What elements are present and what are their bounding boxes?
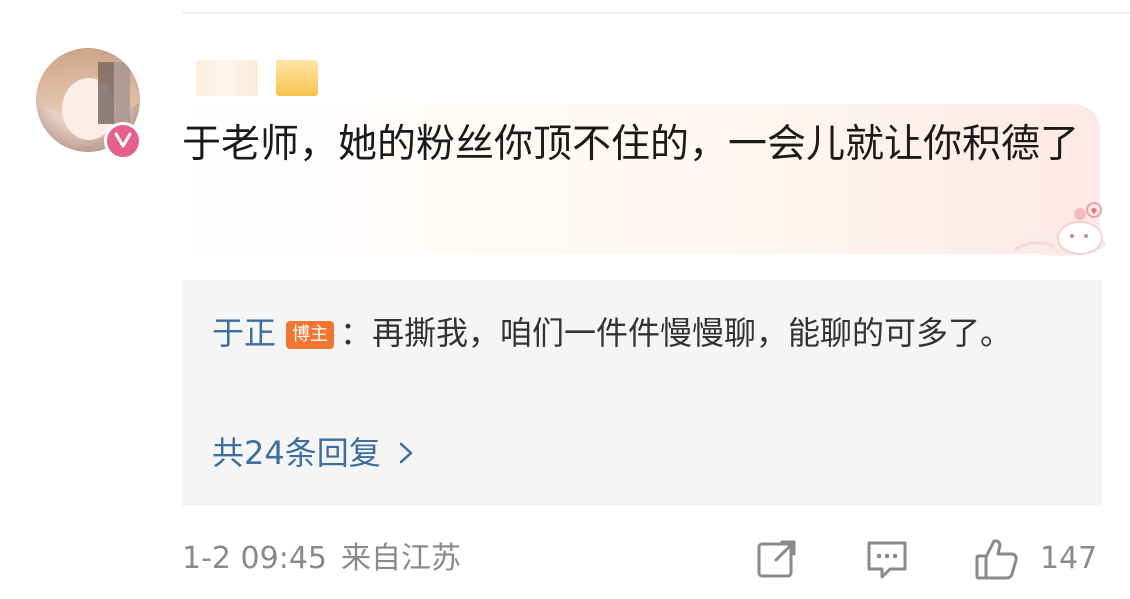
- more-replies-link[interactable]: 共24条回复: [212, 428, 419, 478]
- cat-sticker-icon: [1013, 202, 1106, 256]
- redacted-username[interactable]: [196, 60, 318, 100]
- comment-text: 于老师，她的粉丝你顶不住的，一会儿就让你积德了: [182, 122, 1080, 167]
- comment-screen: 于老师，她的粉丝你顶不住的，一会儿就让你积德了 于正 博主 ：再撕我，咱们一件件慢慢…: [0, 0, 1130, 599]
- chevron-right-icon: [399, 442, 412, 464]
- reply-text: 再撕我，咱们一件件慢慢聊，能聊的可多了。: [372, 314, 1013, 352]
- comment-meta: 1-2 09:45 来自江苏: [182, 534, 461, 584]
- thumbs-up-icon[interactable]: [974, 536, 1020, 582]
- share-icon[interactable]: [754, 536, 800, 582]
- reply-author[interactable]: 于正: [212, 314, 276, 352]
- reply-separator: ：: [340, 314, 373, 352]
- comment-icon[interactable]: [864, 536, 910, 582]
- avatar-mosaic: [98, 62, 130, 124]
- more-replies-label: 共24条回复: [212, 434, 381, 472]
- blogger-badge: 博主: [286, 321, 335, 349]
- member-badge-icon: [104, 122, 142, 160]
- location: 来自江苏: [341, 541, 461, 576]
- like-count: 147: [1040, 541, 1098, 576]
- top-divider: [182, 12, 1130, 14]
- timestamp: 1-2 09:45: [182, 541, 327, 576]
- reply-preview: 于正 博主 ：再撕我，咱们一件件慢慢聊，能聊的可多了。: [212, 308, 1072, 358]
